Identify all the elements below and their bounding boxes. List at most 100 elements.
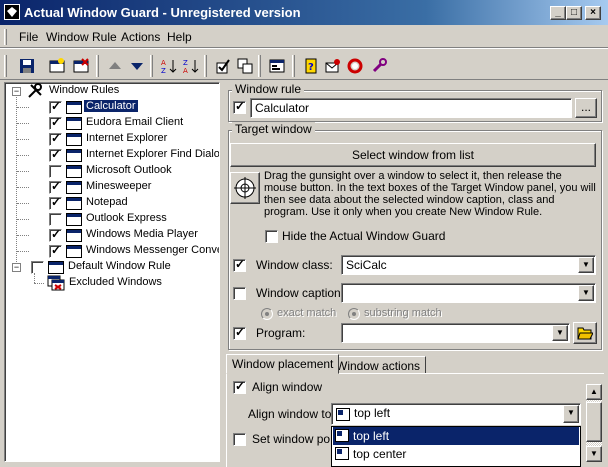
window-class-checkbox[interactable] (233, 257, 246, 272)
excluded-windows-icon (47, 275, 65, 291)
properties-icon[interactable] (266, 55, 288, 77)
tab-window-actions[interactable]: Window actions (330, 356, 427, 374)
tree-item[interactable]: Calculator (5, 99, 219, 115)
panel-scrollbar[interactable]: ▲ ▼ (586, 384, 602, 462)
chevron-down-icon[interactable]: ▼ (552, 325, 568, 341)
exact-match-label: exact match (277, 307, 337, 319)
folder-open-icon[interactable] (573, 322, 597, 344)
menu-help[interactable]: Help (167, 30, 192, 44)
tree-item-label: Eudora Email Client (86, 116, 184, 128)
window-icon (66, 213, 82, 226)
minimize-button[interactable]: _ (550, 6, 566, 20)
save-icon[interactable] (16, 55, 38, 77)
hide-guard-label: Hide the Actual Window Guard (282, 229, 446, 243)
move-down-icon[interactable] (126, 55, 148, 77)
window-class-combo[interactable]: SciCalc ▼ (341, 255, 596, 275)
rule-enabled-checkbox[interactable] (49, 179, 62, 194)
program-checkbox[interactable] (233, 325, 246, 340)
window-caption-checkbox[interactable] (233, 287, 246, 300)
tree-guide (17, 123, 29, 124)
title-bar[interactable]: Actual Window Guard - Unregistered versi… (0, 0, 608, 25)
sort-za-icon[interactable]: ZA (180, 55, 202, 77)
chevron-down-icon[interactable]: ▼ (578, 285, 594, 301)
move-up-icon[interactable] (104, 55, 126, 77)
default-rule-checkbox[interactable] (31, 261, 44, 274)
tree-item[interactable]: Internet Explorer (5, 131, 219, 147)
menu-window-rule[interactable]: Window Rule (46, 30, 117, 44)
rule-enabled-checkbox[interactable] (49, 227, 62, 242)
window-class-label: Window class: (256, 258, 333, 272)
maximize-button[interactable]: □ (566, 6, 582, 20)
help-icon[interactable]: ? (300, 55, 322, 77)
tree-item[interactable]: Internet Explorer Find Dialog (5, 147, 219, 163)
exact-match-radio[interactable] (261, 308, 273, 320)
rule-enabled-checkbox[interactable] (49, 243, 62, 258)
tree-excluded[interactable]: Excluded Windows (5, 275, 219, 291)
align-dropdown-list[interactable]: top left top center (331, 426, 581, 467)
sort-az-icon[interactable]: AZ (158, 55, 180, 77)
set-position-checkbox[interactable] (233, 433, 246, 446)
support-icon[interactable] (344, 55, 366, 77)
rule-enabled-checkbox[interactable] (49, 195, 62, 210)
rule-enabled-checkbox[interactable] (49, 147, 62, 162)
rule-enabled-checkbox[interactable] (49, 213, 62, 226)
rules-tree[interactable]: − Window Rules Calculator Eudora Email Cl… (4, 82, 220, 462)
tree-item[interactable]: Microsoft Outlook (5, 163, 219, 179)
rule-name-input[interactable]: Calculator (250, 98, 572, 118)
tree-item[interactable]: Windows Media Player (5, 227, 219, 243)
align-window-checkbox[interactable] (233, 379, 246, 394)
toolbar-separator (96, 55, 99, 77)
close-button[interactable]: × (585, 6, 601, 20)
scroll-up-icon[interactable]: ▲ (586, 384, 602, 400)
copy-rule-icon[interactable] (234, 55, 256, 77)
window-icon (66, 245, 82, 258)
hide-guard-checkbox[interactable] (265, 230, 278, 243)
collapse-icon[interactable]: − (12, 263, 21, 272)
tree-item[interactable]: Notepad (5, 195, 219, 211)
check-all-icon[interactable] (212, 55, 234, 77)
tree-default-rule[interactable]: − Default Window Rule (5, 259, 219, 275)
tree-item-label: Windows Media Player (86, 228, 198, 240)
rule-enabled-checkbox[interactable] (233, 99, 246, 114)
browse-button[interactable]: ... (575, 98, 597, 118)
register-icon[interactable] (368, 55, 390, 77)
toolbar-grip[interactable] (4, 55, 7, 77)
substring-match-radio[interactable] (348, 308, 360, 320)
new-rule-icon[interactable] (46, 55, 68, 77)
gunsight-instructions: Drag the gunsight over a window to selec… (264, 170, 596, 218)
set-position-label: Set window position (252, 432, 330, 446)
tree-guide (17, 155, 29, 156)
tree-root[interactable]: − Window Rules (5, 83, 219, 99)
chevron-down-icon[interactable]: ▼ (578, 257, 594, 273)
rule-enabled-checkbox[interactable] (49, 165, 62, 178)
menu-file[interactable]: File (19, 30, 38, 44)
rule-enabled-checkbox[interactable] (49, 131, 62, 146)
delete-rule-icon[interactable] (70, 55, 92, 77)
chevron-down-icon[interactable]: ▼ (563, 405, 579, 423)
email-icon[interactable] (322, 55, 344, 77)
app-icon[interactable] (4, 4, 20, 20)
menu-actions[interactable]: Actions (121, 30, 160, 44)
menu-grip[interactable] (4, 29, 7, 45)
scroll-thumb[interactable] (586, 402, 602, 442)
dropdown-option-top-left[interactable]: top left (333, 427, 579, 445)
program-combo[interactable]: ▼ (341, 323, 570, 343)
rule-enabled-checkbox[interactable] (49, 115, 62, 130)
select-window-button[interactable]: Select window from list (230, 143, 596, 167)
rule-enabled-checkbox[interactable] (49, 99, 62, 114)
dropdown-option-top-center[interactable]: top center (333, 445, 579, 463)
scroll-down-icon[interactable]: ▼ (586, 446, 602, 462)
tree-item[interactable]: Windows Messenger Conversation (5, 243, 219, 259)
tree-item[interactable]: Eudora Email Client (5, 115, 219, 131)
window-title: Actual Window Guard - Unregistered versi… (24, 5, 301, 20)
window-rule-title: Window rule (232, 82, 305, 96)
tree-item[interactable]: Outlook Express (5, 211, 219, 227)
tree-root-label: Window Rules (49, 84, 120, 96)
window-caption-combo[interactable]: ▼ (341, 283, 596, 303)
tree-item[interactable]: Minesweeper (5, 179, 219, 195)
align-to-combo[interactable]: top left ▼ (331, 403, 581, 425)
gunsight-icon[interactable] (230, 172, 260, 204)
tree-item-label: Calculator (83, 99, 139, 113)
collapse-icon[interactable]: − (12, 87, 21, 96)
tab-window-placement[interactable]: Window placement (226, 354, 340, 374)
